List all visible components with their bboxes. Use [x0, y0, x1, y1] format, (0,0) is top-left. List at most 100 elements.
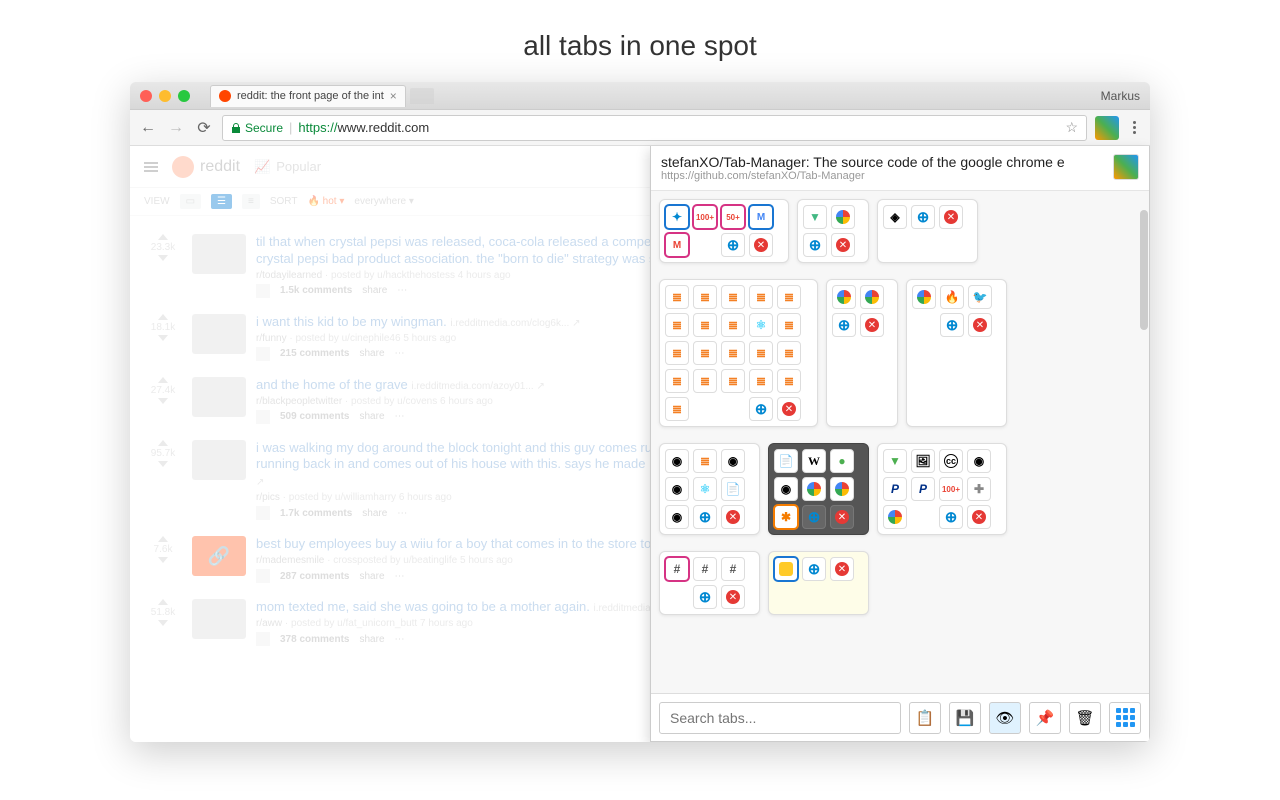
tab-icon[interactable]: #: [665, 557, 689, 581]
tab-icon[interactable]: ⚛: [693, 477, 717, 501]
cc-tab-icon[interactable]: cc: [939, 449, 963, 473]
tab-icon[interactable]: #: [721, 557, 745, 581]
paypal-tab-icon[interactable]: P: [883, 477, 907, 501]
window-group[interactable]: ◉ ≣ ◉ ◉ ⚛ 📄 ◉ ⊕ ✕: [659, 443, 760, 535]
google-tab-icon[interactable]: [831, 205, 855, 229]
gmail-tab-icon[interactable]: 50+: [721, 205, 745, 229]
add-tab-button[interactable]: ⊕: [939, 505, 963, 529]
close-window-button[interactable]: ✕: [968, 313, 992, 337]
delete-button[interactable]: 🗑: [1069, 702, 1101, 734]
add-tab-button[interactable]: ⊕: [693, 505, 717, 529]
close-window-button[interactable]: ✕: [967, 505, 991, 529]
stackoverflow-tab-icon[interactable]: ≣: [777, 369, 801, 393]
add-tab-button[interactable]: ⊕: [693, 585, 717, 609]
close-window-button[interactable]: ✕: [721, 505, 745, 529]
window-group[interactable]: ✦ 100+ 50+ M M ⊕ ✕: [659, 199, 789, 263]
scrollbar[interactable]: [1140, 210, 1148, 738]
pin-button[interactable]: 📌: [1029, 702, 1061, 734]
window-group[interactable]: # # # ⊕ ✕: [659, 551, 760, 615]
google-tab-icon[interactable]: [802, 477, 826, 501]
copy-button[interactable]: 📋: [909, 702, 941, 734]
reload-button[interactable]: ⟳: [194, 118, 214, 138]
stackoverflow-tab-icon[interactable]: ≣: [693, 341, 717, 365]
close-window-button[interactable]: ✕: [939, 205, 963, 229]
stackoverflow-tab-icon[interactable]: ≣: [721, 285, 745, 309]
tab-icon[interactable]: 🖼: [911, 449, 935, 473]
stackoverflow-tab-icon[interactable]: ≣: [665, 341, 689, 365]
profile-name[interactable]: Markus: [1101, 89, 1140, 103]
github-tab-icon[interactable]: ◉: [967, 449, 991, 473]
stackoverflow-tab-icon[interactable]: ≣: [693, 285, 717, 309]
add-tab-button[interactable]: ⊕: [832, 313, 856, 337]
close-window-button[interactable]: ✕: [721, 585, 745, 609]
stackoverflow-tab-icon[interactable]: ≣: [665, 285, 689, 309]
minimize-window-icon[interactable]: [159, 90, 171, 102]
search-tabs-input[interactable]: [659, 702, 901, 734]
active-tab-icon[interactable]: ✱: [774, 505, 798, 529]
back-button[interactable]: ←: [138, 118, 158, 138]
forward-button[interactable]: →: [166, 118, 186, 138]
close-window-button[interactable]: ✕: [777, 397, 801, 421]
close-window-button[interactable]: ✕: [830, 557, 854, 581]
chrome-tab-icon[interactable]: [912, 285, 936, 309]
stackoverflow-tab-icon[interactable]: ≣: [665, 313, 689, 337]
file-tab-icon[interactable]: 📄: [774, 449, 798, 473]
react-tab-icon[interactable]: ⚛: [749, 313, 773, 337]
window-group[interactable]: ▼ ⊕ ✕: [797, 199, 869, 263]
github-tab-icon[interactable]: ◉: [774, 477, 798, 501]
stackoverflow-tab-icon[interactable]: ≣: [721, 369, 745, 393]
close-window-button[interactable]: ✕: [831, 233, 855, 257]
stackoverflow-tab-icon[interactable]: ≣: [777, 285, 801, 309]
stackoverflow-tab-icon[interactable]: ≣: [749, 369, 773, 393]
github-tab-icon[interactable]: ◉: [721, 449, 745, 473]
add-tab-button[interactable]: ⊕: [721, 233, 745, 257]
gmail-tab-icon[interactable]: M: [665, 233, 689, 257]
stackoverflow-tab-icon[interactable]: ≣: [693, 369, 717, 393]
window-group[interactable]: ◈ ⊕ ✕: [877, 199, 978, 263]
chrome-tab-icon[interactable]: [860, 285, 884, 309]
bookmark-star-icon[interactable]: ☆: [1065, 119, 1078, 136]
close-window-button[interactable]: ✕: [830, 505, 854, 529]
stackoverflow-tab-icon[interactable]: ≣: [721, 313, 745, 337]
address-bar[interactable]: Secure | https://www.reddit.com ☆: [222, 115, 1087, 141]
window-group-highlight[interactable]: ⊕ ✕: [768, 551, 869, 615]
file-tab-icon[interactable]: 📄: [721, 477, 745, 501]
stackoverflow-tab-icon[interactable]: ≣: [777, 313, 801, 337]
grid-view-button[interactable]: [1109, 702, 1141, 734]
save-session-button[interactable]: 💾: [949, 702, 981, 734]
close-window-icon[interactable]: [140, 90, 152, 102]
tab-icon[interactable]: ✦: [665, 205, 689, 229]
extension-tab-icon[interactable]: ✚: [967, 477, 991, 501]
chrome-menu-icon[interactable]: [1127, 121, 1142, 134]
stackoverflow-tab-icon[interactable]: ≣: [721, 341, 745, 365]
add-tab-button[interactable]: ⊕: [802, 557, 826, 581]
github-tab-icon[interactable]: ◉: [665, 505, 689, 529]
stackoverflow-tab-icon[interactable]: ≣: [693, 313, 717, 337]
window-group[interactable]: ≣ ≣ ≣ ≣ ≣ ≣ ≣ ≣ ⚛ ≣ ≣ ≣ ≣ ≣ ≣ ≣ ≣: [659, 279, 818, 427]
paypal-tab-icon[interactable]: P: [911, 477, 935, 501]
maximize-window-icon[interactable]: [178, 90, 190, 102]
add-tab-button[interactable]: ⊕: [749, 397, 773, 421]
stackoverflow-tab-icon[interactable]: ≣: [665, 397, 689, 421]
chrome-tab-icon[interactable]: [883, 505, 907, 529]
gmail-tab-icon[interactable]: 100+: [693, 205, 717, 229]
window-group[interactable]: ⊕ ✕: [826, 279, 898, 427]
firebase-tab-icon[interactable]: 🔥: [940, 285, 964, 309]
visibility-button[interactable]: 👁: [989, 702, 1021, 734]
tab-icon[interactable]: [774, 557, 798, 581]
browser-tab[interactable]: reddit: the front page of the int ×: [210, 85, 406, 107]
new-tab-button[interactable]: [410, 88, 434, 104]
chrome-tab-icon[interactable]: [832, 285, 856, 309]
github-tab-icon[interactable]: ◉: [665, 449, 689, 473]
codepen-tab-icon[interactable]: ◈: [883, 205, 907, 229]
add-tab-button[interactable]: ⊕: [940, 313, 964, 337]
window-group-active[interactable]: 📄 W ● ◉ ✱ ⊕ ✕: [768, 443, 869, 535]
twitter-tab-icon[interactable]: 🐦: [968, 285, 992, 309]
google-tab-icon[interactable]: [830, 477, 854, 501]
tab-manager-extension-icon[interactable]: [1095, 116, 1119, 140]
tab-icon[interactable]: ●: [830, 449, 854, 473]
tab-icon[interactable]: ▼: [883, 449, 907, 473]
add-tab-button[interactable]: ⊕: [802, 505, 826, 529]
stackoverflow-tab-icon[interactable]: ≣: [749, 341, 773, 365]
window-group[interactable]: ▼ 🖼 cc ◉ P P 100+ ✚ ⊕ ✕: [877, 443, 1007, 535]
